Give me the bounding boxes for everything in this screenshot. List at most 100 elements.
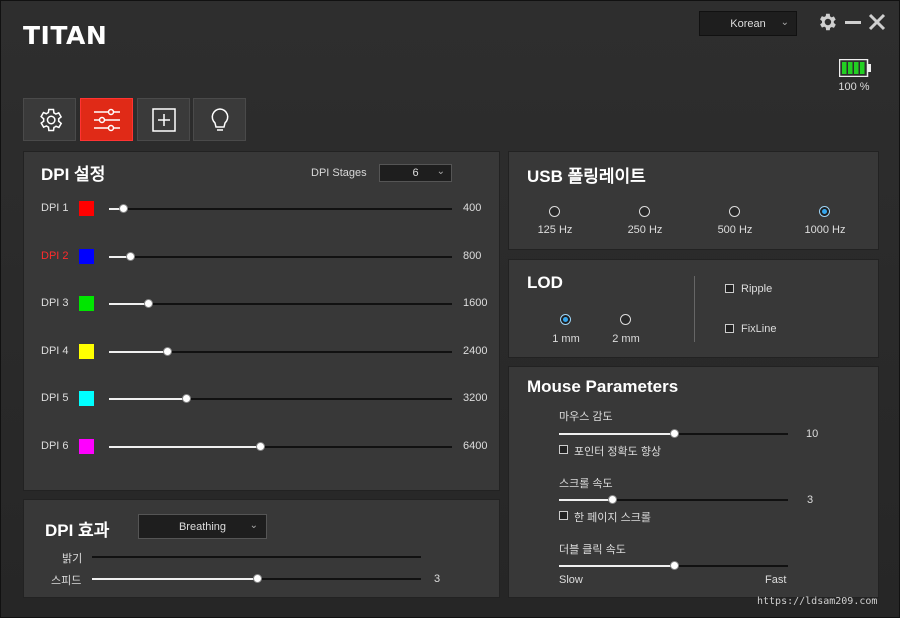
- minimize-icon: [845, 21, 861, 24]
- sensitivity-slider-knob[interactable]: [669, 429, 679, 438]
- dpi-slider-track[interactable]: [109, 208, 452, 210]
- gear-icon: [39, 108, 62, 131]
- dpi-color-swatch[interactable]: [79, 343, 94, 359]
- dpi-value: 6400: [463, 440, 488, 452]
- double-click-label: 더블 클릭 속도: [559, 544, 626, 556]
- dpi-slider-knob[interactable]: [118, 204, 128, 213]
- usb-radio-label: 500 Hz: [717, 224, 753, 236]
- lod-title: LOD: [527, 273, 563, 292]
- speed-label: 스피드: [51, 575, 82, 587]
- dpi-color-swatch[interactable]: [79, 439, 94, 454]
- tab-settings[interactable]: [23, 98, 76, 141]
- plus-box-icon: [151, 107, 176, 132]
- slow-label: Slow: [559, 574, 583, 586]
- dpi-row-label: DPI 1: [41, 202, 69, 214]
- dpi-slider-knob[interactable]: [125, 251, 135, 261]
- titan-logo: TITAN: [23, 21, 108, 50]
- dpi-slider-fill: [109, 398, 187, 401]
- lod-radio-label: 1 mm: [552, 333, 580, 345]
- usb-radio[interactable]: [819, 206, 830, 217]
- dpi-slider-knob[interactable]: [255, 442, 265, 451]
- dpi-slider-fill: [109, 446, 260, 448]
- dpi-row-label: DPI 5: [41, 392, 69, 405]
- scroll-speed-value: 3: [807, 494, 814, 506]
- dpi-row-label: DPI 6: [41, 440, 69, 452]
- lod-divider: [694, 276, 695, 342]
- page-scroll-checkbox[interactable]: [559, 511, 568, 520]
- dpi-value: 400: [463, 202, 482, 214]
- usb-radio-label: 1000 Hz: [804, 224, 846, 236]
- chevron-down-icon: ⌄: [436, 166, 445, 177]
- usb-polling-title: USB 폴링레이트: [527, 167, 646, 186]
- dpi-settings-panel: [23, 151, 500, 491]
- battery-level: 100 %: [838, 81, 870, 93]
- dpi-effect-title: DPI 효과: [45, 521, 110, 540]
- settings-gear-button[interactable]: [816, 11, 838, 33]
- scroll-slider-knob[interactable]: [607, 495, 617, 504]
- dpi-stages-label: DPI Stages: [311, 167, 367, 179]
- app-window: TITAN Korean ⌄ 100 % DPI 설정 DPI Stages 6…: [0, 0, 900, 618]
- lod-radio[interactable]: [560, 314, 571, 325]
- dpi-settings-title: DPI 설정: [41, 165, 106, 184]
- speed-slider-knob[interactable]: [252, 574, 262, 583]
- usb-radio[interactable]: [549, 206, 560, 217]
- pointer-precision-label: 포인터 정확도 향상: [574, 446, 662, 458]
- dpi-row-label: DPI 4: [41, 344, 69, 357]
- fixline-label: FixLine: [741, 323, 777, 335]
- ripple-label: Ripple: [741, 283, 773, 295]
- sensitivity-slider-fill: [559, 433, 674, 435]
- dpi-value: 2400: [463, 344, 488, 357]
- effect-mode-select[interactable]: Breathing ⌄: [138, 514, 267, 539]
- dpi-slider-fill: [109, 350, 168, 353]
- speed-slider-fill: [92, 578, 257, 580]
- sensitivity-label: 마우스 감도: [559, 411, 613, 423]
- lod-radio-label: 2 mm: [612, 333, 640, 345]
- dpi-slider-fill: [109, 303, 149, 306]
- usb-radio[interactable]: [639, 206, 650, 217]
- ripple-checkbox[interactable]: [725, 284, 734, 293]
- dpi-stages-select[interactable]: 6 ⌄: [379, 164, 452, 182]
- chevron-down-icon: ⌄: [249, 520, 258, 531]
- dpi-value: 800: [463, 249, 482, 262]
- speed-value: 3: [434, 573, 441, 585]
- tab-dpi[interactable]: [80, 98, 133, 141]
- tab-macro[interactable]: [137, 98, 190, 141]
- usb-radio-label: 125 Hz: [537, 224, 573, 236]
- scroll-slider-fill: [559, 499, 612, 501]
- dpi-color-swatch[interactable]: [79, 201, 94, 216]
- dpi-row-label: DPI 2: [41, 249, 69, 262]
- dpi-color-swatch[interactable]: [79, 296, 94, 312]
- dpi-slider-track[interactable]: [109, 303, 452, 306]
- language-value: Korean: [730, 17, 766, 30]
- close-button[interactable]: [867, 11, 889, 33]
- watermark: https://ldsam209.com: [757, 596, 878, 607]
- dpi-color-swatch[interactable]: [79, 391, 94, 407]
- dpi-slider-track[interactable]: [109, 255, 452, 258]
- page-scroll-label: 한 페이지 스크롤: [574, 512, 651, 524]
- fixline-checkbox[interactable]: [725, 324, 734, 333]
- scroll-speed-label: 스크롤 속도: [559, 478, 613, 490]
- sliders-icon: [93, 108, 120, 131]
- bulb-icon: [211, 107, 228, 131]
- double-click-slider-fill: [559, 565, 674, 567]
- close-icon: [868, 13, 886, 31]
- dpi-color-swatch[interactable]: [79, 248, 94, 264]
- sensitivity-value: 10: [806, 428, 819, 440]
- gear-icon: [820, 13, 836, 31]
- minimize-button[interactable]: [843, 11, 865, 33]
- mouse-parameters-title: Mouse Parameters: [527, 377, 679, 396]
- dpi-stages-value: 6: [412, 167, 419, 179]
- battery-icon: [839, 59, 871, 77]
- dpi-value: 1600: [463, 297, 488, 310]
- usb-radio-label: 250 Hz: [627, 224, 663, 236]
- brightness-slider[interactable]: [92, 556, 421, 558]
- chevron-down-icon: ⌄: [780, 17, 789, 28]
- language-select[interactable]: Korean ⌄: [699, 11, 797, 36]
- double-click-slider-knob[interactable]: [669, 561, 679, 570]
- pointer-precision-checkbox[interactable]: [559, 445, 568, 454]
- usb-radio[interactable]: [729, 206, 740, 217]
- tab-lighting[interactable]: [193, 98, 246, 141]
- lod-radio[interactable]: [620, 314, 631, 325]
- brightness-label: 밝기: [62, 553, 83, 565]
- fast-label: Fast: [765, 574, 787, 586]
